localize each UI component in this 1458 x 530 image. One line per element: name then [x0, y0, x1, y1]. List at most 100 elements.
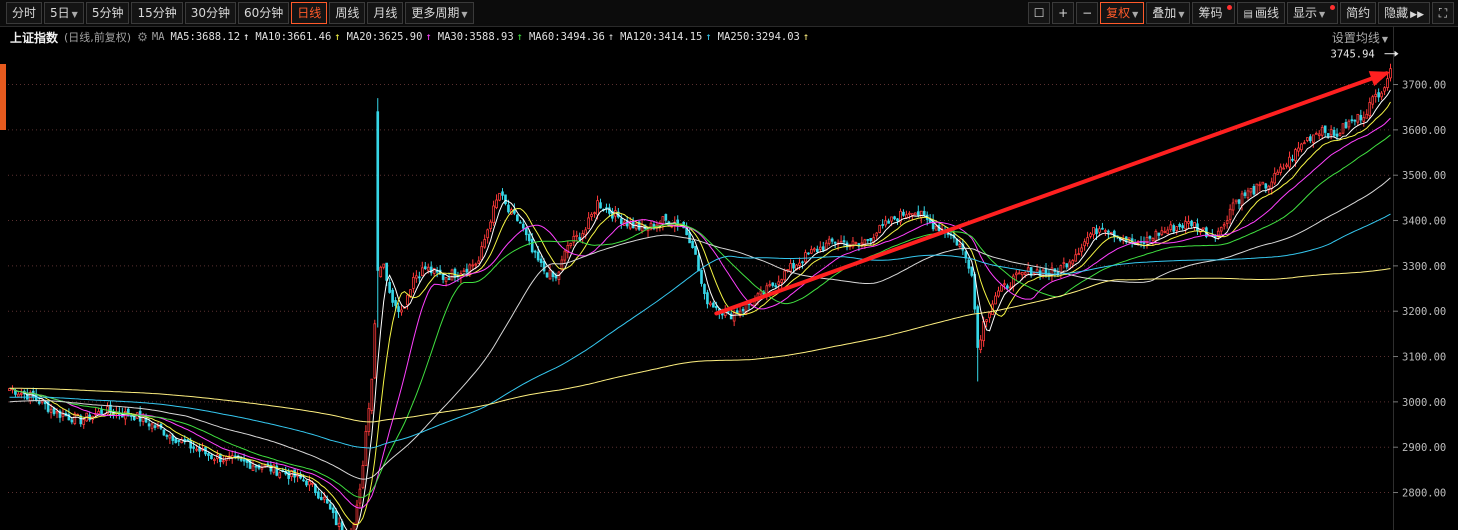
y-tick-label: 3600.00	[1402, 125, 1446, 137]
candle-body	[815, 248, 819, 253]
candle	[866, 239, 870, 244]
candle	[1341, 123, 1345, 135]
candle-body	[530, 238, 534, 253]
candle	[1193, 222, 1196, 231]
candle	[1306, 137, 1309, 143]
candle-body	[554, 275, 558, 279]
candle	[539, 255, 543, 268]
candle	[572, 230, 576, 247]
candle-body	[1365, 113, 1369, 119]
candle	[1142, 236, 1146, 249]
ma-line-ma10	[9, 101, 1391, 526]
candle	[1365, 109, 1369, 119]
candle-body	[367, 408, 371, 432]
candle	[429, 261, 433, 276]
candle-body	[1190, 220, 1193, 227]
candle-body	[1080, 247, 1083, 253]
candle-body	[533, 250, 537, 253]
candle	[441, 273, 445, 284]
candle-body	[619, 218, 623, 225]
candle	[1237, 198, 1241, 210]
candle-body	[810, 248, 813, 254]
candle-body	[783, 270, 786, 281]
candle-body	[1303, 142, 1306, 145]
candle-body	[1282, 167, 1285, 170]
candle	[1065, 263, 1069, 270]
candle-body	[207, 453, 210, 456]
candle-body	[824, 242, 828, 251]
candle	[902, 209, 905, 217]
candle-body	[61, 413, 65, 417]
candles	[8, 63, 1392, 530]
candle-body	[970, 266, 974, 276]
candle-body	[1127, 237, 1131, 240]
candle	[1104, 228, 1107, 236]
candle-body	[575, 234, 579, 237]
candle	[851, 236, 855, 249]
candle-body	[1228, 208, 1232, 220]
candle	[524, 226, 528, 241]
candle-body	[842, 240, 846, 243]
y-tick-label: 3300.00	[1402, 261, 1446, 273]
candle-body	[521, 223, 525, 229]
candle	[388, 278, 391, 294]
candle-body	[1320, 127, 1324, 136]
candle-body	[418, 276, 421, 279]
candle	[854, 241, 858, 245]
candle-body	[254, 465, 258, 468]
candle-body	[192, 446, 195, 449]
candle-body	[780, 279, 783, 283]
candle-body	[789, 263, 792, 272]
candle	[73, 411, 77, 426]
candle	[1353, 119, 1357, 126]
candle-body	[916, 211, 920, 216]
candle-body	[1309, 136, 1312, 142]
candle-body	[792, 262, 795, 269]
candle	[664, 213, 668, 224]
candle-body	[501, 191, 504, 196]
y-tick-label: 3500.00	[1402, 170, 1446, 182]
candle	[489, 219, 492, 233]
candle-body	[337, 522, 341, 527]
candle	[123, 407, 127, 426]
candle	[1332, 126, 1336, 138]
candle-body	[1270, 181, 1274, 189]
candle	[1234, 199, 1238, 205]
ma-line-ma30	[9, 134, 1391, 498]
candle	[1389, 63, 1392, 82]
candle-body	[664, 214, 668, 221]
candle	[1222, 222, 1226, 230]
candle-body	[548, 269, 552, 280]
candle	[979, 335, 982, 354]
candle	[23, 389, 26, 400]
candle-body	[1347, 120, 1351, 128]
candle-body	[1276, 171, 1279, 175]
candle	[1347, 119, 1351, 130]
candle	[61, 408, 65, 422]
candle-body	[1178, 224, 1181, 228]
candle	[415, 270, 418, 283]
candle	[887, 218, 890, 224]
candle-body	[1160, 230, 1164, 235]
candle-body	[462, 270, 466, 273]
candle-body	[1306, 137, 1309, 141]
ma-line-ma120	[9, 213, 1391, 449]
candle	[581, 230, 585, 244]
candle-body	[1172, 225, 1176, 232]
candle-body	[1107, 230, 1110, 233]
candle	[1279, 163, 1282, 176]
candle-body	[1300, 143, 1303, 151]
candle-body	[361, 465, 365, 489]
candle-body	[563, 250, 567, 261]
candle-body	[1344, 121, 1348, 129]
candle-body	[239, 458, 243, 461]
candlestick-chart: 2800.00 2900.00 3000.00 3100.00 3200.00 3300.…	[8, 49, 1446, 530]
candle	[569, 242, 573, 249]
candle	[1187, 215, 1190, 229]
candle	[563, 248, 567, 264]
candle-body	[370, 378, 374, 411]
candle	[1383, 86, 1386, 96]
candle-body	[777, 281, 781, 285]
candle-body	[1196, 223, 1199, 231]
candle-body	[495, 199, 498, 209]
